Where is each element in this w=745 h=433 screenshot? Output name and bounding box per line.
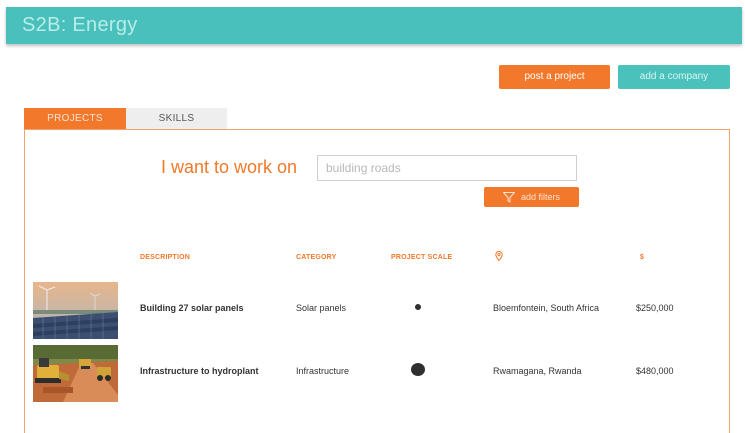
row-location: Rwamagana, Rwanda [493, 366, 582, 376]
row-cost: $480,000 [636, 366, 674, 376]
project-scale-indicator [415, 304, 421, 310]
table-row[interactable]: Infrastructure to hydroplant Infrastruct… [0, 345, 745, 403]
tab-skills[interactable]: SKILLS [126, 108, 227, 130]
column-header-project-scale[interactable]: PROJECT SCALE [391, 254, 452, 261]
add-company-button[interactable]: add a company [618, 65, 730, 89]
construction-site-photo [33, 345, 118, 402]
search-input[interactable] [317, 155, 577, 181]
location-pin-icon[interactable] [495, 250, 503, 263]
column-header-description[interactable]: DESCRIPTION [140, 254, 190, 261]
project-scale-indicator [411, 363, 425, 376]
row-description: Building 27 solar panels [140, 303, 244, 313]
solar-panels-photo [33, 282, 118, 339]
add-filters-button[interactable]: add filters [484, 187, 579, 207]
app-header: S2B: Energy [6, 7, 742, 44]
post-project-button[interactable]: post a project [499, 65, 610, 89]
tab-projects[interactable]: PROJECTS [24, 108, 126, 130]
row-location: Bloemfontein, South Africa [493, 303, 600, 313]
add-filters-label: add filters [520, 192, 561, 202]
column-header-category[interactable]: CATEGORY [296, 254, 337, 261]
search-label: I want to work on [161, 157, 298, 177]
page: S2B: Energy post a project add a company… [0, 0, 745, 433]
app-title: S2B: Energy [22, 14, 138, 36]
filter-icon [502, 191, 515, 203]
column-header-cost[interactable]: $ [640, 254, 644, 261]
table-row[interactable]: Building 27 solar panels Solar panels Bl… [0, 282, 745, 340]
row-category: Solar panels [296, 303, 347, 313]
row-category: Infrastructure [296, 366, 350, 376]
row-cost: $250,000 [636, 303, 674, 313]
row-description: Infrastructure to hydroplant [140, 366, 259, 376]
